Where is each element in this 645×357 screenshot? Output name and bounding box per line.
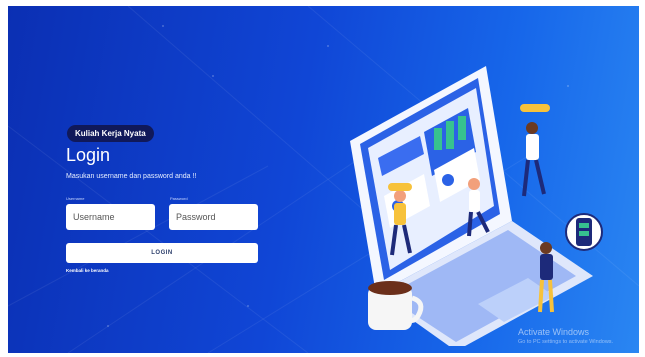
- login-button[interactable]: LOGIN: [66, 243, 258, 263]
- password-input[interactable]: [169, 204, 258, 230]
- login-page: Kuliah Kerja Nyata Login Masukan usernam…: [8, 6, 639, 353]
- username-label: Username: [66, 196, 85, 201]
- laptop-illustration: [350, 66, 603, 346]
- windows-activation-title: Activate Windows: [518, 327, 590, 337]
- app-badge: Kuliah Kerja Nyata: [67, 125, 154, 142]
- person-icon: [520, 104, 550, 197]
- password-label: Password: [170, 196, 188, 201]
- page-subtitle: Masukan username dan password anda !!: [66, 173, 197, 180]
- username-input[interactable]: [66, 204, 155, 230]
- windows-activation-subtitle: Go to PC settings to activate Windows.: [518, 339, 614, 345]
- phone-icon: [565, 213, 603, 251]
- back-to-home-link[interactable]: Kembali ke beranda: [66, 268, 109, 274]
- page-title: Login: [66, 145, 111, 165]
